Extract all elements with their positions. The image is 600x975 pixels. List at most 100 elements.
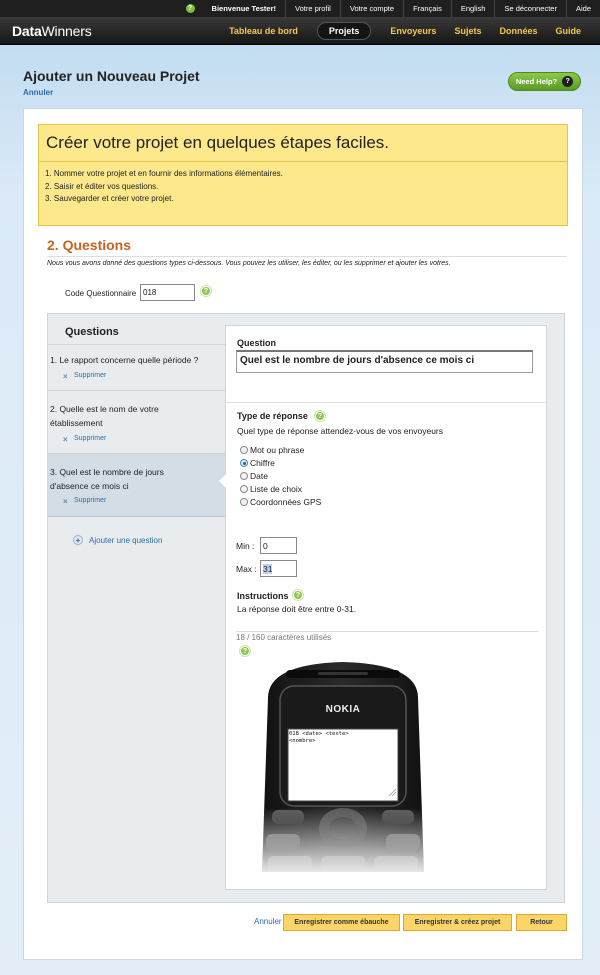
character-count: 18 / 160 caractères utilisés xyxy=(236,633,332,642)
step-2: 2. Saisir et éditer vos questions. xyxy=(45,181,159,191)
question-item-line2: d'absence ce mois ci xyxy=(50,481,129,491)
help-icon[interactable]: ? xyxy=(185,4,195,13)
response-type-hint: Quel type de réponse attendez-vous de vo… xyxy=(237,426,444,436)
radio-button[interactable] xyxy=(240,446,248,454)
section-divider xyxy=(47,256,567,257)
delete-question-2[interactable]: × Supprimer xyxy=(63,432,106,446)
question-item-3[interactable]: 3. Quel est le nombre de jours d'absence… xyxy=(48,454,225,516)
welcome-text: Bienvenue Tester! xyxy=(211,4,276,13)
help-icon[interactable]: ? xyxy=(240,646,250,656)
nav-projets[interactable]: Projets xyxy=(316,22,372,40)
question-item-text: 3. Quel est le nombre de jours d'absence… xyxy=(50,465,220,493)
question-list-title: Questions xyxy=(65,326,119,338)
question-text-input[interactable]: Quel est le nombre de jours d'absence ce… xyxy=(236,350,533,373)
sms-phone-preview: NOKIA xyxy=(258,658,428,872)
radio-label: Liste de choix xyxy=(250,484,302,494)
need-help-button[interactable]: Need Help? ? xyxy=(508,72,581,91)
nav-donnees[interactable]: Données xyxy=(490,26,546,36)
instructions-label: Instructions xyxy=(237,591,289,601)
link-aide[interactable]: Aide xyxy=(565,0,600,17)
step-3: 3. Sauvegarder et créer votre projet. xyxy=(45,194,174,203)
radio-coordonnees-gps[interactable]: Coordonnées GPS xyxy=(240,497,321,507)
radio-label: Coordonnées GPS xyxy=(250,497,322,507)
question-item-text: 1. Le rapport concerne quelle période ? xyxy=(50,355,199,365)
question-item-line1: 2. Quelle est le nom de votre xyxy=(50,404,159,414)
cancel-link-top[interactable]: Annuler xyxy=(23,88,53,97)
section-description: Nous vous avons donné des questions type… xyxy=(47,260,451,267)
radio-button[interactable] xyxy=(240,472,248,480)
radio-chiffre[interactable]: Chiffre xyxy=(240,458,275,468)
response-type-label: Type de réponse xyxy=(237,411,308,421)
banner-divider xyxy=(39,161,567,162)
question-item-1[interactable]: 1. Le rapport concerne quelle période ? … xyxy=(48,346,225,390)
instructions-text: La réponse doit être entre 0-31. xyxy=(237,604,357,614)
radio-button[interactable] xyxy=(240,485,248,493)
char-count-divider xyxy=(236,631,538,632)
radio-label: Date xyxy=(250,471,268,481)
help-icon[interactable]: ? xyxy=(315,411,325,421)
link-english[interactable]: English xyxy=(450,0,495,17)
delete-label: Supprimer xyxy=(74,497,107,504)
radio-liste-de-choix[interactable]: Liste de choix xyxy=(240,484,302,494)
phone-illustration xyxy=(258,658,428,872)
max-input[interactable]: 31 xyxy=(260,560,297,577)
code-questionnaire-label: Code Questionnaire xyxy=(65,289,137,298)
delete-x-icon: × xyxy=(63,434,68,444)
main-navbar: DataWinners Tableau de bord Projets Envo… xyxy=(0,17,600,45)
delete-label: Supprimer xyxy=(74,372,107,379)
delete-x-icon: × xyxy=(63,496,68,506)
add-question-label: Ajouter une question xyxy=(89,535,163,545)
delete-question-1[interactable]: × Supprimer xyxy=(63,369,106,383)
sms-preview-text: 018 <date> <texte> <nombre> xyxy=(289,731,349,744)
cancel-link-bottom[interactable]: Annuler xyxy=(254,917,282,926)
question-item-2[interactable]: 2. Quelle est le nom de votre établissem… xyxy=(48,391,225,453)
save-create-button[interactable]: Enregistrer & créez projet xyxy=(403,914,512,931)
delete-question-3[interactable]: × Supprimer xyxy=(63,494,106,508)
editor-divider xyxy=(226,402,546,403)
link-votre-compte[interactable]: Votre compte xyxy=(339,0,403,17)
nav-envoyeurs[interactable]: Envoyeurs xyxy=(381,26,445,36)
question-mark-icon: ? xyxy=(562,76,574,87)
phone-brand: NOKIA xyxy=(325,704,361,715)
link-votre-profil[interactable]: Votre profil xyxy=(285,0,340,17)
step-1: 1. Nommer votre projet et en fournir des… xyxy=(45,169,283,178)
nav-guide[interactable]: Guide xyxy=(546,26,590,36)
list-divider xyxy=(48,516,225,517)
link-se-deconnecter[interactable]: Se déconnecter xyxy=(494,0,566,17)
help-icon[interactable]: ? xyxy=(293,590,303,600)
help-icon[interactable]: ? xyxy=(201,286,211,296)
question-item-line1: 3. Quel est le nombre de jours xyxy=(50,467,164,477)
radio-mot-ou-phrase[interactable]: Mot ou phrase xyxy=(240,445,304,455)
delete-x-icon: × xyxy=(63,371,68,381)
nav-menu: Tableau de bord Projets Envoyeurs Sujets… xyxy=(220,17,590,45)
radio-button-selected[interactable] xyxy=(240,459,248,467)
nav-sujets[interactable]: Sujets xyxy=(445,26,490,36)
radio-date[interactable]: Date xyxy=(240,471,268,481)
logo-bold-text: Data xyxy=(12,23,42,39)
radio-button[interactable] xyxy=(240,498,248,506)
add-question-link[interactable]: + Ajouter une question xyxy=(73,535,162,545)
link-francais[interactable]: Français xyxy=(403,0,451,17)
section-title: 2. Questions xyxy=(47,237,132,253)
max-value-selected: 31 xyxy=(263,564,273,574)
nav-tableau-de-bord[interactable]: Tableau de bord xyxy=(220,26,307,36)
min-input[interactable]: 0 xyxy=(260,537,297,554)
banner-title: Créer votre projet en quelques étapes fa… xyxy=(46,133,390,152)
selection-pointer xyxy=(219,474,226,488)
list-divider xyxy=(48,344,225,345)
datawinners-logo[interactable]: DataWinners xyxy=(12,23,92,39)
back-button[interactable]: Retour xyxy=(516,914,567,931)
delete-label: Supprimer xyxy=(74,435,107,442)
radio-label: Chiffre xyxy=(250,458,275,468)
question-item-line2: établissement xyxy=(50,418,103,428)
page-title: Ajouter un Nouveau Projet xyxy=(23,68,200,84)
question-label: Question xyxy=(237,338,277,348)
save-draft-button[interactable]: Enregistrer comme ébauche xyxy=(283,914,400,931)
max-label: Max : xyxy=(236,564,257,574)
top-utility-bar: ? Bienvenue Tester! Votre profil Votre c… xyxy=(0,0,600,17)
steps-banner: Créer votre projet en quelques étapes fa… xyxy=(38,124,568,226)
min-label: Min : xyxy=(236,541,255,551)
code-questionnaire-input[interactable]: 018 xyxy=(140,284,195,301)
banner-steps: 1. Nommer votre projet et en fournir des… xyxy=(45,168,283,206)
logo-rest-text: Winners xyxy=(41,23,92,39)
